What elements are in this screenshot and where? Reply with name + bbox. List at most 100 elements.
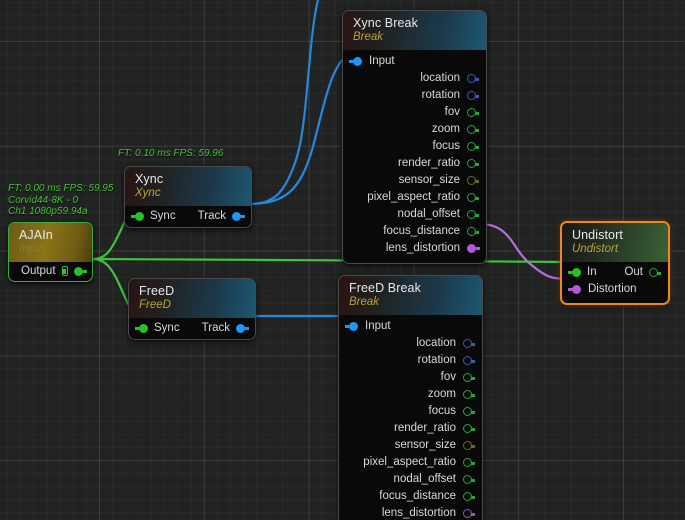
node-freed-sync-label: Sync — [154, 322, 180, 334]
node-graph-canvas[interactable]: FT: 0.00 ms FPS: 59.95 Corvid44-8K - 0 C… — [0, 0, 685, 520]
node-undistort-body: In Out Distortion — [562, 262, 668, 303]
port-row-focus[interactable]: focus — [343, 138, 486, 155]
port-xync-break-location[interactable] — [467, 74, 476, 83]
port-row-fov[interactable]: fov — [339, 369, 482, 386]
node-freed-title: FreeD — [139, 284, 246, 298]
port-undistort-distortion[interactable] — [572, 285, 581, 294]
wire-xync-to-offscreen-top — [248, 0, 318, 204]
node-freed-break[interactable]: FreeD Break Break Input location rotation… — [338, 275, 483, 520]
port-row-focus[interactable]: focus — [339, 403, 482, 420]
port-row-sensor-size[interactable]: sensor_size — [339, 437, 482, 454]
port-row-zoom[interactable]: zoom — [339, 386, 482, 403]
node-freed-break-subtitle: Break — [349, 296, 473, 309]
node-freed-break-title: FreeD Break — [349, 281, 473, 295]
node-undistort-out-label: Out — [624, 266, 643, 278]
port-label-zoom: zoom — [432, 123, 460, 135]
node-freed-port-row[interactable]: Sync Track — [129, 318, 255, 339]
node-xync-port-row[interactable]: Sync Track — [125, 206, 251, 227]
port-row-sensor-size[interactable]: sensor_size — [343, 172, 486, 189]
node-xync-sync-label: Sync — [150, 210, 176, 222]
port-xync-break-fov[interactable] — [467, 108, 476, 117]
port-xync-break-focus[interactable] — [467, 142, 476, 151]
port-row-location[interactable]: location — [339, 335, 482, 352]
port-freed-break-zoom[interactable] — [463, 390, 472, 399]
node-xync-break-header[interactable]: Xync Break Break — [343, 11, 486, 50]
node-ajain-header[interactable]: AJAIn Input — [9, 223, 92, 262]
node-xync-header[interactable]: Xync Xync — [125, 167, 251, 206]
port-freed-break-rotation[interactable] — [463, 356, 472, 365]
node-freed-break-header[interactable]: FreeD Break Break — [339, 276, 482, 315]
port-row-nodal-offset[interactable]: nodal_offset — [343, 206, 486, 223]
node-xync-subtitle: Xync — [135, 187, 242, 200]
port-xync-break-render-ratio[interactable] — [467, 159, 476, 168]
node-ajain-body: Output — [9, 262, 92, 281]
node-xync-break-body: Input locationrotation fov zoom focus render… — [343, 50, 486, 263]
node-undistort-inout-row[interactable]: In Out — [562, 264, 668, 281]
port-xync-break-rotation[interactable] — [467, 91, 476, 100]
node-ajain[interactable]: AJAIn Input Output — [8, 222, 93, 282]
port-xync-break-nodal-offset[interactable] — [467, 210, 476, 219]
port-label-pixel-aspect-ratio: pixel_aspect_ratio — [367, 191, 460, 203]
port-label-render-ratio: render_ratio — [398, 157, 460, 169]
port-xync-break-pixel-aspect-ratio[interactable] — [467, 193, 476, 202]
port-freed-break-pixel-aspect-ratio[interactable] — [463, 458, 472, 467]
port-freed-break-render-ratio[interactable] — [463, 424, 472, 433]
node-undistort-distortion-row[interactable]: Distortion — [562, 281, 668, 298]
port-row-pixel-aspect-ratio[interactable]: pixel_aspect_ratio — [343, 189, 486, 206]
node-undistort-title: Undistort — [572, 228, 659, 242]
node-freed-break-outputs: location rotation fov zoomfocusrender_ratio… — [339, 335, 482, 520]
port-label-fov: fov — [445, 106, 460, 118]
port-xync-break-input[interactable] — [353, 57, 362, 66]
port-row-lens-distortion[interactable]: lens_distortion — [339, 505, 482, 520]
node-freed-break-input-row[interactable]: Input — [339, 318, 482, 335]
ajain-stat-line-1: FT: 0.00 ms FPS: 59.95 — [8, 183, 113, 195]
port-undistort-in[interactable] — [572, 268, 581, 277]
port-label-lens-distortion: lens_distortion — [382, 507, 456, 519]
port-row-zoom[interactable]: zoom — [343, 121, 486, 138]
port-row-fov[interactable]: fov — [343, 104, 486, 121]
port-ajain-output[interactable] — [74, 267, 83, 276]
port-freed-break-input[interactable] — [349, 322, 358, 331]
port-freed-track-out[interactable] — [236, 324, 245, 333]
port-row-focus-distance[interactable]: focus_distance — [343, 223, 486, 240]
port-label-nodal-offset: nodal_offset — [394, 473, 456, 485]
node-xync-break[interactable]: Xync Break Break Input locationrotation f… — [342, 10, 487, 264]
xync-stats-overlay: FT: 0.10 ms FPS: 59.96 — [118, 148, 223, 160]
port-xync-break-lens-distortion[interactable] — [467, 244, 476, 253]
port-freed-break-lens-distortion[interactable] — [463, 509, 472, 518]
node-ajain-output-label: Output — [21, 265, 56, 277]
node-undistort[interactable]: Undistort Undistort In Out Distortion — [560, 221, 670, 305]
node-freed-header[interactable]: FreeD FreeD — [129, 279, 255, 318]
port-row-location[interactable]: location — [343, 70, 486, 87]
port-row-nodal-offset[interactable]: nodal_offset — [339, 471, 482, 488]
node-freed[interactable]: FreeD FreeD Sync Track — [128, 278, 256, 340]
node-undistort-header[interactable]: Undistort Undistort — [562, 223, 668, 262]
port-row-pixel-aspect-ratio[interactable]: pixel_aspect_ratio — [339, 454, 482, 471]
port-label-fov: fov — [441, 371, 456, 383]
port-row-rotation[interactable]: rotation — [343, 87, 486, 104]
port-freed-break-sensor-size[interactable] — [463, 441, 472, 450]
port-row-render-ratio[interactable]: render_ratio — [339, 420, 482, 437]
port-freed-break-focus[interactable] — [463, 407, 472, 416]
port-freed-break-focus-distance[interactable] — [463, 492, 472, 501]
node-xync[interactable]: Xync Xync Sync Track — [124, 166, 252, 228]
node-xync-break-input-row[interactable]: Input — [343, 53, 486, 70]
port-freed-sync-in[interactable] — [139, 324, 148, 333]
port-freed-break-location[interactable] — [463, 339, 472, 348]
port-undistort-out[interactable] — [649, 268, 658, 277]
node-xync-break-input-label: Input — [369, 55, 395, 67]
node-ajain-output-row[interactable]: Output — [9, 262, 92, 281]
port-freed-break-nodal-offset[interactable] — [463, 475, 472, 484]
port-xync-track-out[interactable] — [232, 212, 241, 221]
port-xync-sync-in[interactable] — [135, 212, 144, 221]
port-xync-break-focus-distance[interactable] — [467, 227, 476, 236]
port-label-location: location — [416, 337, 456, 349]
port-xync-break-sensor-size[interactable] — [467, 176, 476, 185]
port-row-lens-distortion[interactable]: lens_distortion — [343, 240, 486, 257]
node-freed-body: Sync Track — [129, 318, 255, 339]
port-row-render-ratio[interactable]: render_ratio — [343, 155, 486, 172]
port-xync-break-zoom[interactable] — [467, 125, 476, 134]
port-row-focus-distance[interactable]: focus_distance — [339, 488, 482, 505]
port-row-rotation[interactable]: rotation — [339, 352, 482, 369]
port-freed-break-fov[interactable] — [463, 373, 472, 382]
